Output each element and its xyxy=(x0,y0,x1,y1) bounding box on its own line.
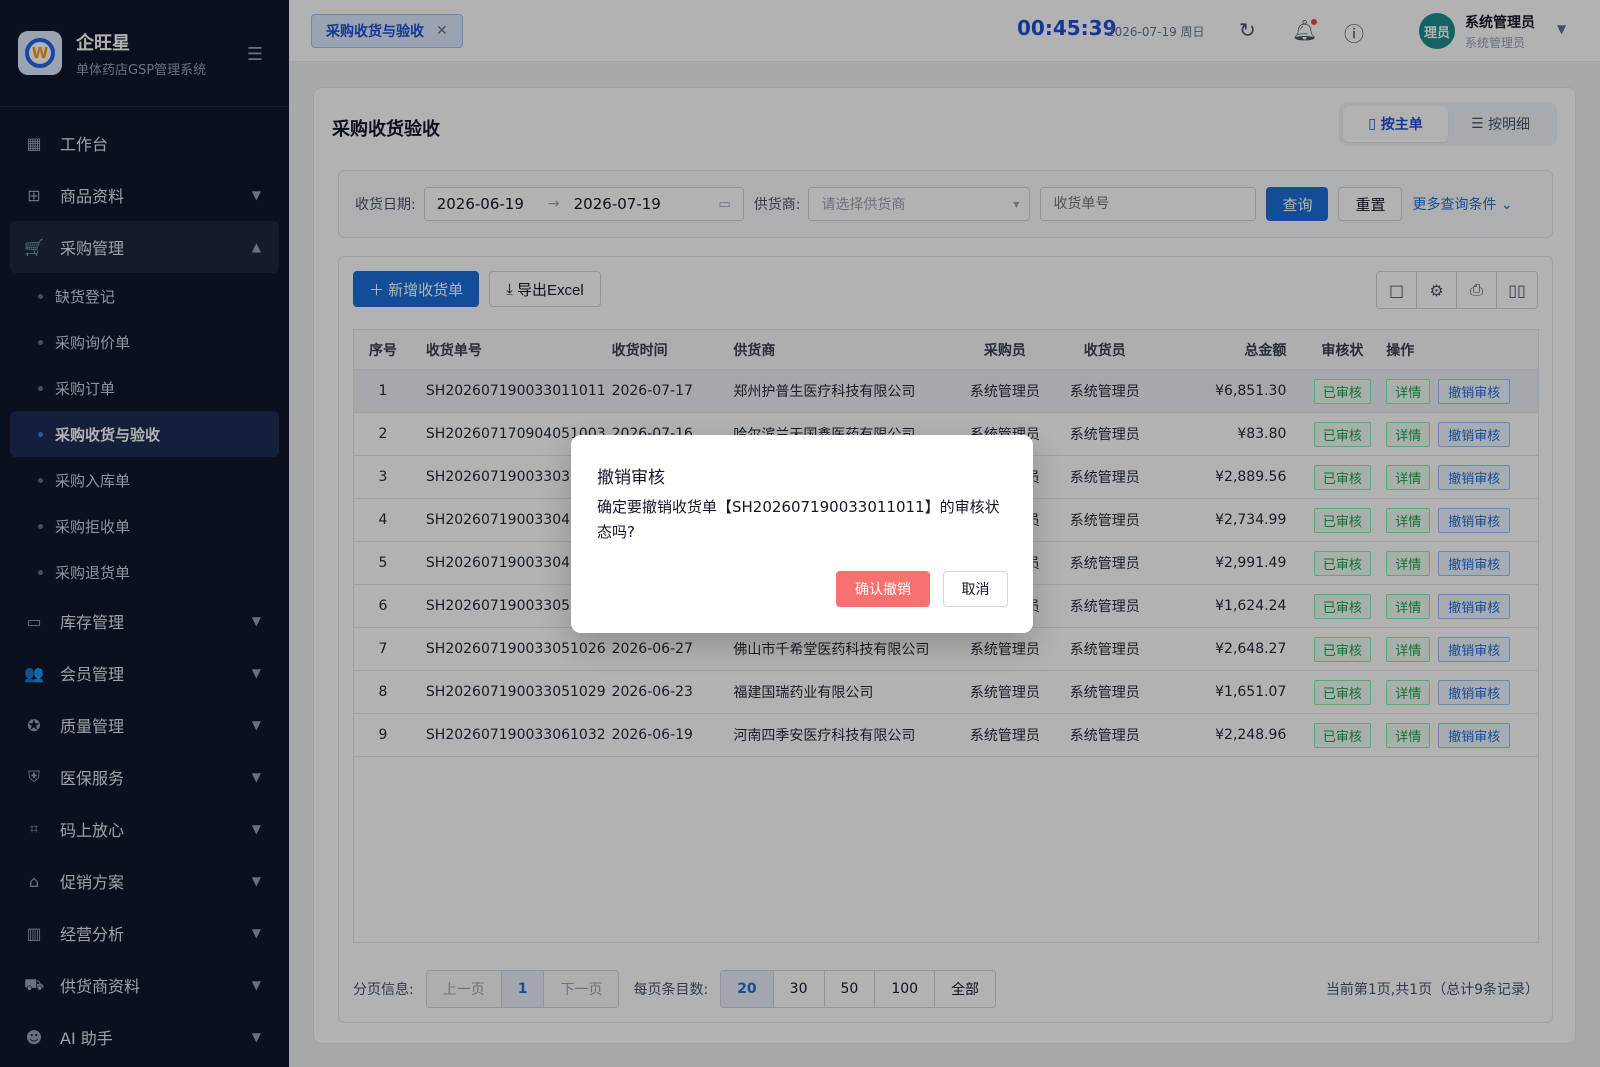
revoke-dialog: 撤销审核 确定要撤销收货单【SH202607190033011011】的审核状态… xyxy=(571,435,1033,633)
dialog-title: 撤销审核 xyxy=(597,468,665,488)
cancel-button[interactable]: 取消 xyxy=(943,571,1008,607)
confirm-revoke-button[interactable]: 确认撤销 xyxy=(836,571,930,607)
dialog-message: 确定要撤销收货单【SH202607190033011011】的审核状态吗? xyxy=(597,498,1000,541)
